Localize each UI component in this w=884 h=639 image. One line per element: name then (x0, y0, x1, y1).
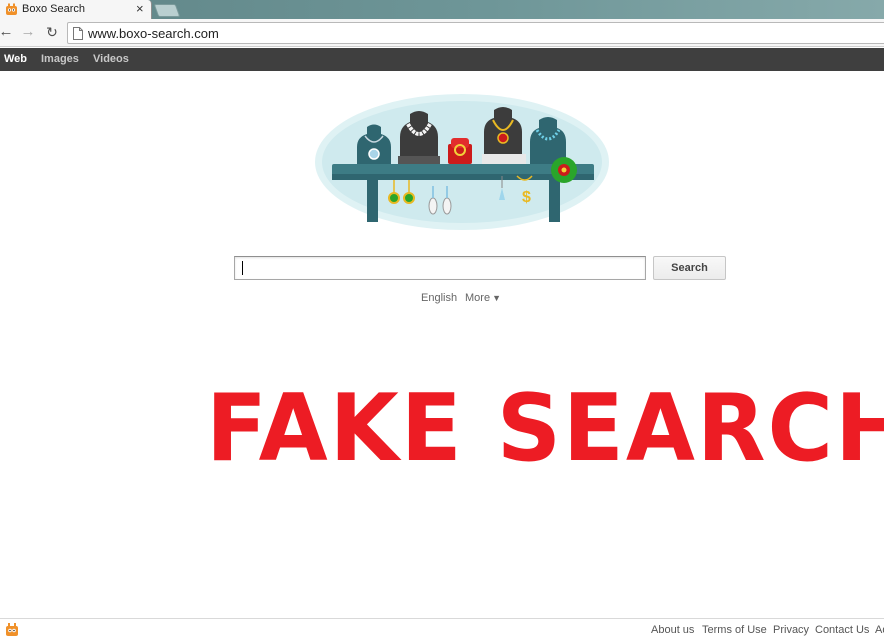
reload-icon[interactable]: ↻ (44, 24, 60, 40)
nav-tab-images[interactable]: Images (41, 53, 79, 65)
fake-search-caption: FAKE SEARCH (206, 374, 884, 482)
page-footer: About us Terms of Use Privacy Contact Us… (0, 618, 884, 639)
text-caret (242, 261, 243, 275)
nav-tab-videos[interactable]: Videos (93, 53, 129, 65)
tab-title: Boxo Search (22, 3, 85, 15)
boxo-favicon-icon (6, 3, 17, 15)
tab-close-icon[interactable]: × (136, 2, 144, 16)
footer-link-ad[interactable]: Ad (875, 624, 884, 636)
svg-text:$: $ (522, 189, 531, 206)
forward-arrow-icon[interactable]: → (20, 24, 36, 40)
back-arrow-icon[interactable]: ← (0, 24, 14, 40)
browser-tab[interactable]: Boxo Search × (0, 0, 152, 19)
language-more-dropdown[interactable]: More ▼ (465, 292, 501, 304)
search-input[interactable] (234, 256, 646, 280)
site-nav-bar: Web Images Videos (0, 48, 884, 71)
new-tab-button[interactable] (153, 4, 181, 17)
address-bar[interactable]: www.boxo-search.com (67, 22, 884, 44)
jewelry-logo: $ (315, 94, 609, 230)
footer-link-terms[interactable]: Terms of Use (702, 624, 767, 636)
footer-link-about[interactable]: About us (651, 624, 694, 636)
language-english-link[interactable]: English (421, 292, 457, 304)
page-icon (73, 27, 83, 40)
url-text[interactable]: www.boxo-search.com (88, 26, 219, 41)
footer-link-privacy[interactable]: Privacy (773, 624, 809, 636)
more-label: More (465, 292, 491, 304)
footer-link-contact[interactable]: Contact Us (815, 624, 869, 636)
nav-tab-web[interactable]: Web (4, 53, 27, 65)
chevron-down-icon: ▼ (492, 293, 501, 303)
search-button[interactable]: Search (653, 256, 726, 280)
window-titlebar: Boxo Search × (0, 0, 884, 19)
boxo-logo-icon (6, 623, 18, 636)
browser-toolbar: ← → ↻ www.boxo-search.com (0, 19, 884, 47)
